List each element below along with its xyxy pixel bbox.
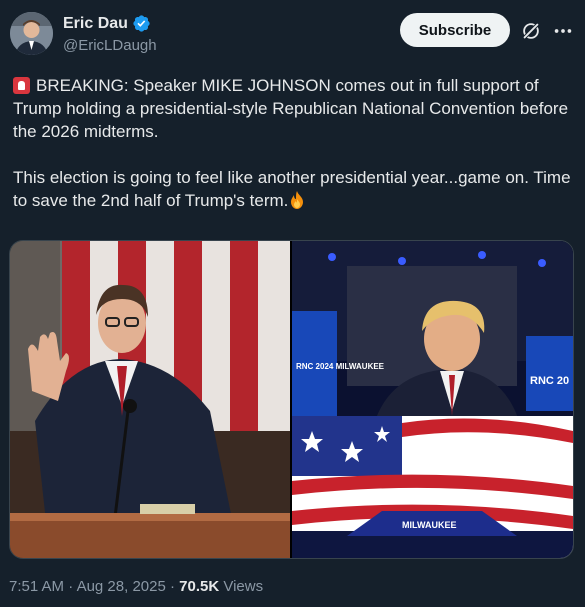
post-time[interactable]: 7:51 AM [9, 578, 64, 595]
podium-text: MILWAUKEE [402, 520, 457, 530]
more-icon[interactable] [552, 20, 574, 42]
photo-speaker-swearing-in[interactable] [10, 241, 290, 558]
views-count: 70.5K [179, 578, 220, 595]
sign-left-text: RNC 2024 MILWAUKEE [296, 362, 385, 371]
fire-icon [291, 191, 304, 209]
post-footer: 7:51 AM · Aug 28, 2025 · 70.5K Views [9, 578, 263, 595]
media-grid: RNC 2024 MILWAUKEE RNC 20 MILWAUKEE [9, 240, 574, 559]
author-handle[interactable]: @EricLDaugh [63, 37, 157, 54]
avatar[interactable] [10, 12, 53, 55]
subscribe-button[interactable]: Subscribe [400, 13, 510, 47]
rotating-light-icon [13, 77, 30, 94]
post-header: Eric Dau @EricLDaugh Subscribe [0, 0, 585, 70]
verified-badge-icon [133, 15, 150, 32]
separator: · [169, 578, 175, 595]
post-date[interactable]: Aug 28, 2025 [77, 578, 166, 595]
grok-icon[interactable] [520, 20, 542, 42]
separator: · [68, 578, 74, 595]
photo-rnc-stage[interactable]: RNC 2024 MILWAUKEE RNC 20 MILWAUKEE [292, 241, 573, 558]
post-text: BREAKING: Speaker MIKE JOHNSON comes out… [13, 74, 578, 212]
post-line-1: BREAKING: Speaker MIKE JOHNSON comes out… [13, 76, 569, 141]
sign-right-text: RNC 20 [530, 375, 569, 387]
views-label: Views [223, 578, 264, 595]
author-name[interactable]: Eric Dau [63, 15, 128, 33]
